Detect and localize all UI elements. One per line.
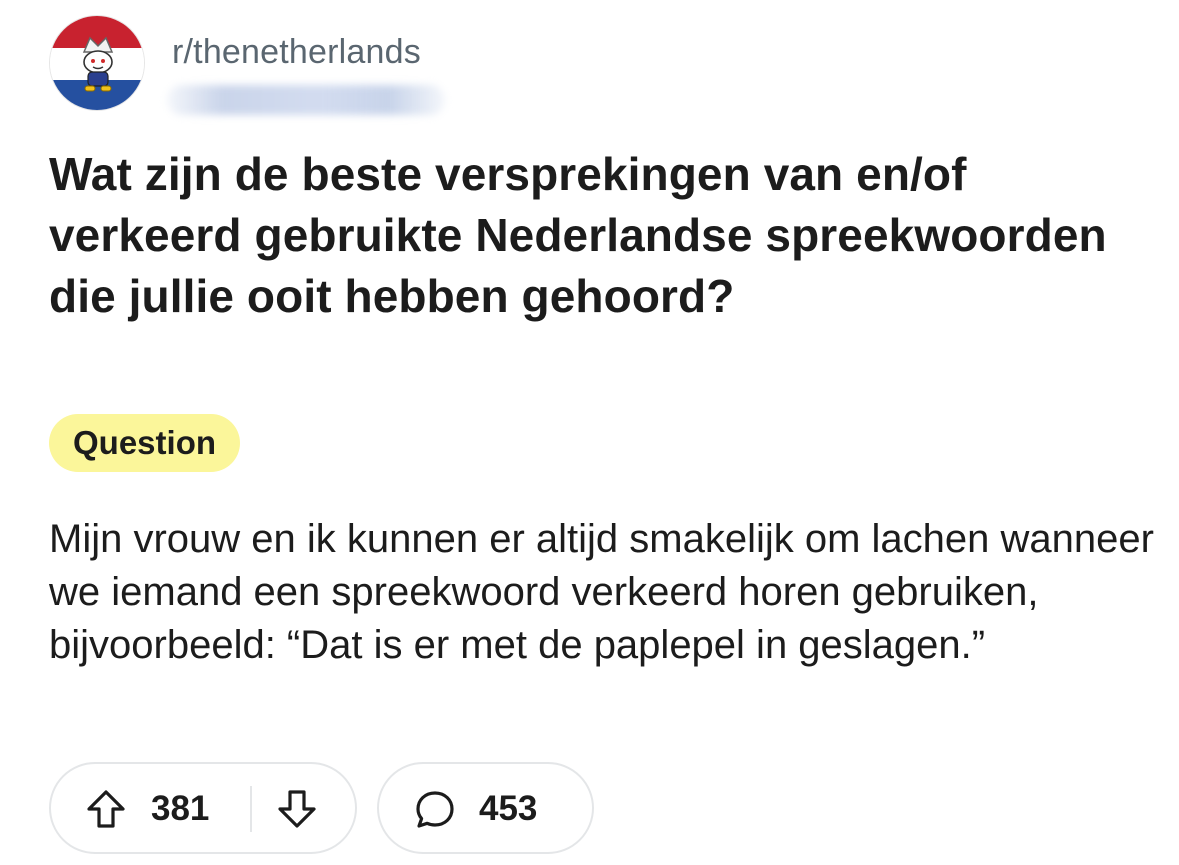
comment-count: 453 — [479, 789, 538, 828]
vote-divider — [250, 786, 252, 832]
dutch-flag-snoo-icon — [50, 16, 144, 110]
post-flair[interactable]: Question — [49, 414, 241, 472]
post-header: r/thenetherlands — [49, 15, 649, 115]
comments-button[interactable]: 453 — [377, 762, 594, 854]
blurred-username — [167, 85, 445, 115]
post-body: Mijn vrouw en ik kunnen er altijd smakel… — [49, 517, 1154, 667]
post-card: r/thenetherlands Wat zijn de beste versp… — [0, 0, 1179, 865]
subreddit-name[interactable]: r/thenetherlands — [172, 33, 421, 72]
post-title[interactable]: Wat zijn de beste versprekingen van en/o… — [49, 144, 1129, 327]
vote-bar: 381 — [49, 762, 357, 854]
vote-count: 381 — [151, 789, 210, 828]
upvote-arrow-icon[interactable] — [85, 788, 127, 830]
subreddit-avatar[interactable] — [49, 15, 145, 111]
downvote-arrow-icon[interactable] — [276, 788, 318, 830]
comment-bubble-icon — [416, 791, 454, 828]
